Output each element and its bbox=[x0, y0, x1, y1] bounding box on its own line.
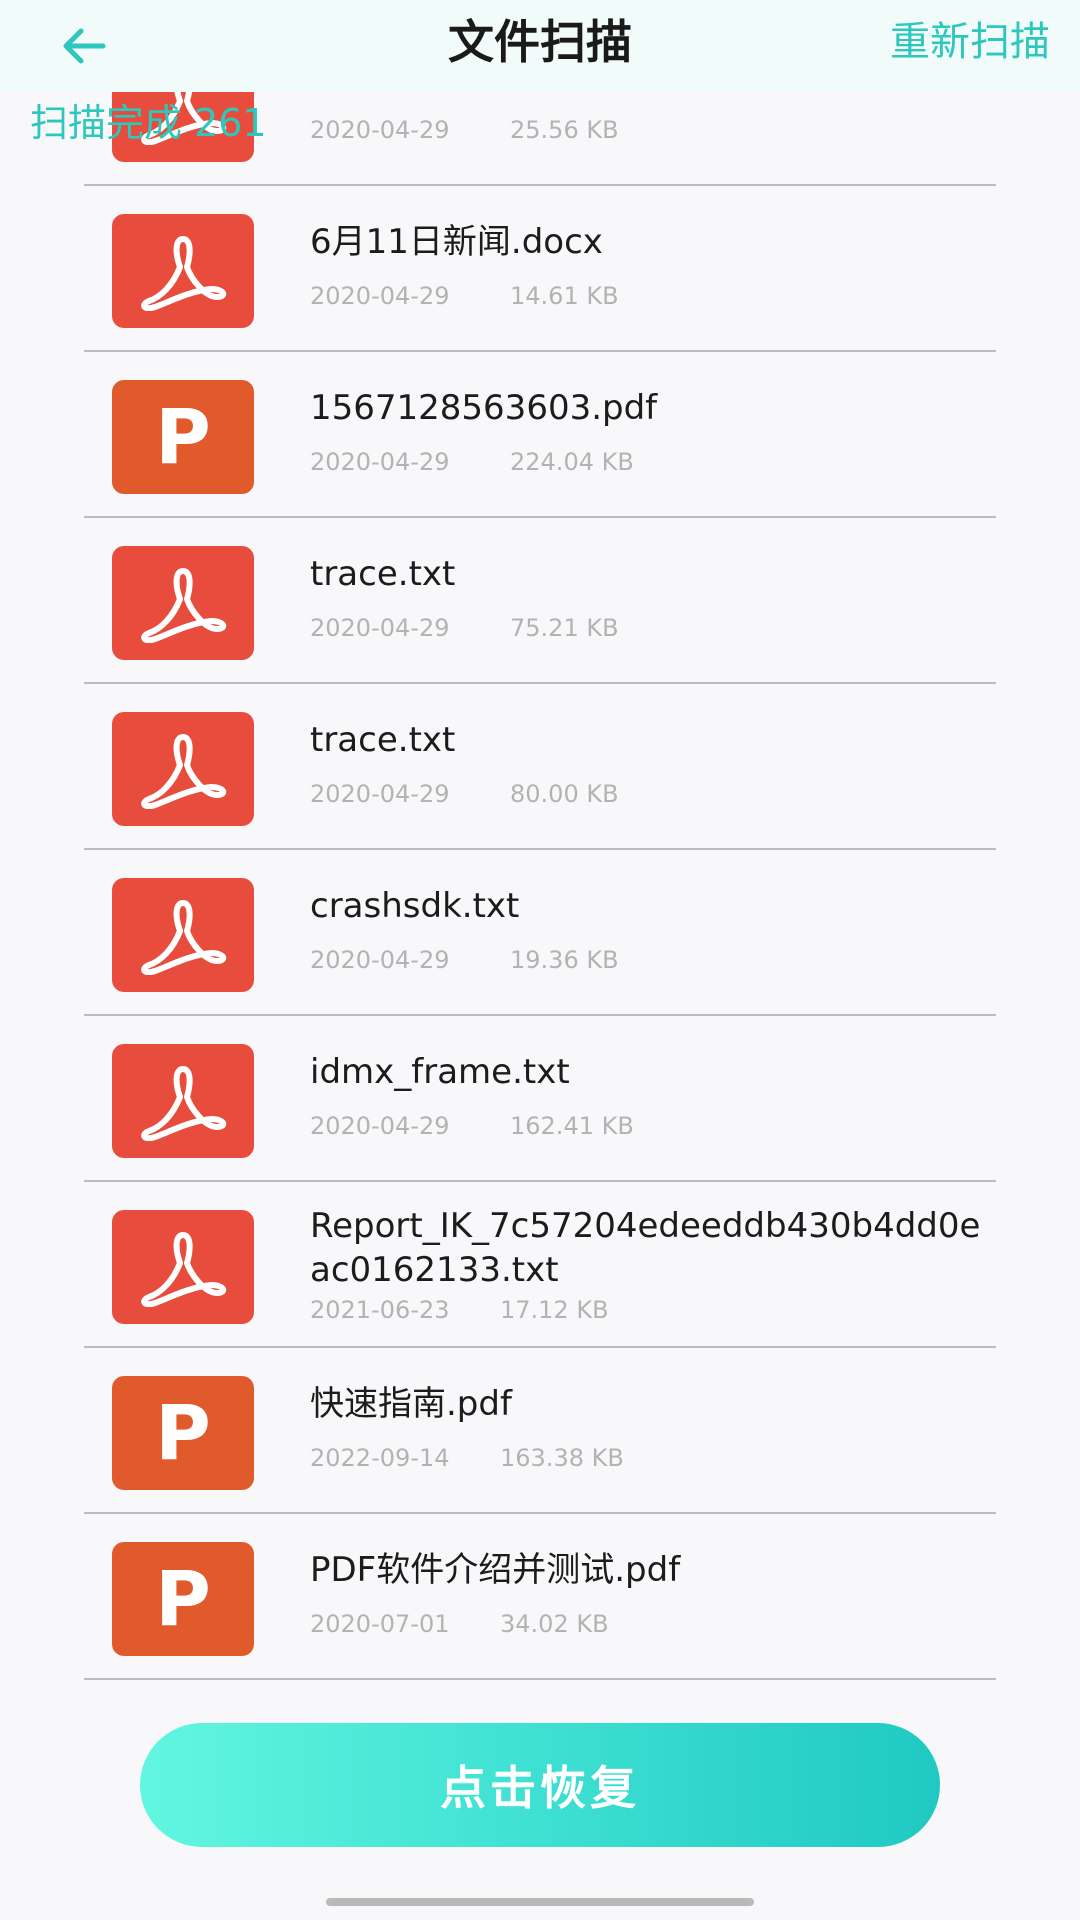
powerpoint-icon: P bbox=[112, 1376, 254, 1490]
file-date: 2020-04-29 bbox=[310, 282, 450, 310]
file-list[interactable]: 2020-04-29 25.56 KB 6月11日新闻.docx 2020-04-… bbox=[0, 20, 1080, 1680]
file-date: 2020-04-29 bbox=[310, 780, 450, 808]
file-meta: 2020-04-29 224.04 KB bbox=[310, 448, 634, 476]
home-indicator[interactable] bbox=[326, 1898, 754, 1906]
file-name: Report_IK_7c57204edeeddb430b4dd0eac01621… bbox=[310, 1206, 981, 1290]
file-date: 2020-04-29 bbox=[310, 614, 450, 642]
file-name: 1567128563603.pdf bbox=[310, 388, 658, 428]
powerpoint-icon: P bbox=[112, 1542, 254, 1656]
acrobat-icon bbox=[112, 878, 254, 992]
file-date: 2020-04-29 bbox=[310, 946, 450, 974]
file-size: 163.38 KB bbox=[500, 1444, 624, 1472]
file-name: trace.txt bbox=[310, 554, 456, 594]
file-meta: 2020-04-29 80.00 KB bbox=[310, 780, 619, 808]
acrobat-icon bbox=[112, 712, 254, 826]
list-item[interactable]: trace.txt 2020-04-29 75.21 KB bbox=[84, 518, 996, 684]
file-meta: 2022-09-14 163.38 KB bbox=[310, 1444, 624, 1472]
file-size: 25.56 KB bbox=[510, 116, 619, 144]
file-meta: 2020-04-29 25.56 KB bbox=[310, 116, 619, 144]
top-bar: 文件扫描 重新扫描 bbox=[0, 0, 1080, 92]
list-item[interactable]: P PDF软件介绍并测试.pdf 2020-07-01 34.02 KB bbox=[84, 1514, 996, 1680]
file-size: 14.61 KB bbox=[510, 282, 619, 310]
file-name: 6月11日新闻.docx bbox=[310, 222, 603, 262]
acrobat-icon bbox=[112, 214, 254, 328]
acrobat-icon bbox=[112, 1210, 254, 1324]
file-date: 2022-09-14 bbox=[310, 1444, 450, 1472]
file-size: 34.02 KB bbox=[500, 1610, 609, 1638]
scan-status-text: 扫描完成 261 bbox=[30, 101, 267, 145]
list-item[interactable]: crashsdk.txt 2020-04-29 19.36 KB bbox=[84, 850, 996, 1016]
file-meta: 2020-04-29 162.41 KB bbox=[310, 1112, 634, 1140]
rescan-button[interactable]: 重新扫描 bbox=[890, 12, 1050, 72]
file-date: 2021-06-23 bbox=[310, 1296, 450, 1324]
file-meta: 2020-04-29 19.36 KB bbox=[310, 946, 619, 974]
restore-button[interactable]: 点击恢复 bbox=[140, 1723, 940, 1847]
file-name: idmx_frame.txt bbox=[310, 1052, 570, 1092]
powerpoint-icon: P bbox=[112, 380, 254, 494]
list-item[interactable]: Report_IK_7c57204edeeddb430b4dd0eac01621… bbox=[84, 1182, 996, 1348]
list-item[interactable]: P 1567128563603.pdf 2020-04-29 224.04 KB bbox=[84, 352, 996, 518]
file-date: 2020-07-01 bbox=[310, 1610, 450, 1638]
file-size: 80.00 KB bbox=[510, 780, 619, 808]
acrobat-icon bbox=[112, 546, 254, 660]
list-item[interactable]: idmx_frame.txt 2020-04-29 162.41 KB bbox=[84, 1016, 996, 1182]
file-meta: 2020-04-29 14.61 KB bbox=[310, 282, 619, 310]
file-scan-screen: 2020-04-29 25.56 KB 6月11日新闻.docx 2020-04-… bbox=[0, 0, 1080, 1920]
file-date: 2020-04-29 bbox=[310, 1112, 450, 1140]
file-meta: 2021-06-23 17.12 KB bbox=[310, 1296, 609, 1324]
list-item[interactable]: P 快速指南.pdf 2022-09-14 163.38 KB bbox=[84, 1348, 996, 1514]
file-meta: 2020-04-29 75.21 KB bbox=[310, 614, 619, 642]
file-date: 2020-04-29 bbox=[310, 116, 450, 144]
file-size: 17.12 KB bbox=[500, 1296, 609, 1324]
file-name: crashsdk.txt bbox=[310, 886, 520, 926]
list-item[interactable]: trace.txt 2020-04-29 80.00 KB bbox=[84, 684, 996, 850]
file-name: 快速指南.pdf bbox=[310, 1384, 512, 1424]
file-size: 162.41 KB bbox=[510, 1112, 634, 1140]
file-name: trace.txt bbox=[310, 720, 456, 760]
file-name: PDF软件介绍并测试.pdf bbox=[310, 1550, 681, 1590]
file-size: 19.36 KB bbox=[510, 946, 619, 974]
acrobat-icon bbox=[112, 1044, 254, 1158]
file-date: 2020-04-29 bbox=[310, 448, 450, 476]
list-item[interactable]: 6月11日新闻.docx 2020-04-29 14.61 KB bbox=[84, 186, 996, 352]
file-meta: 2020-07-01 34.02 KB bbox=[310, 1610, 609, 1638]
file-size: 75.21 KB bbox=[510, 614, 619, 642]
file-size: 224.04 KB bbox=[510, 448, 634, 476]
